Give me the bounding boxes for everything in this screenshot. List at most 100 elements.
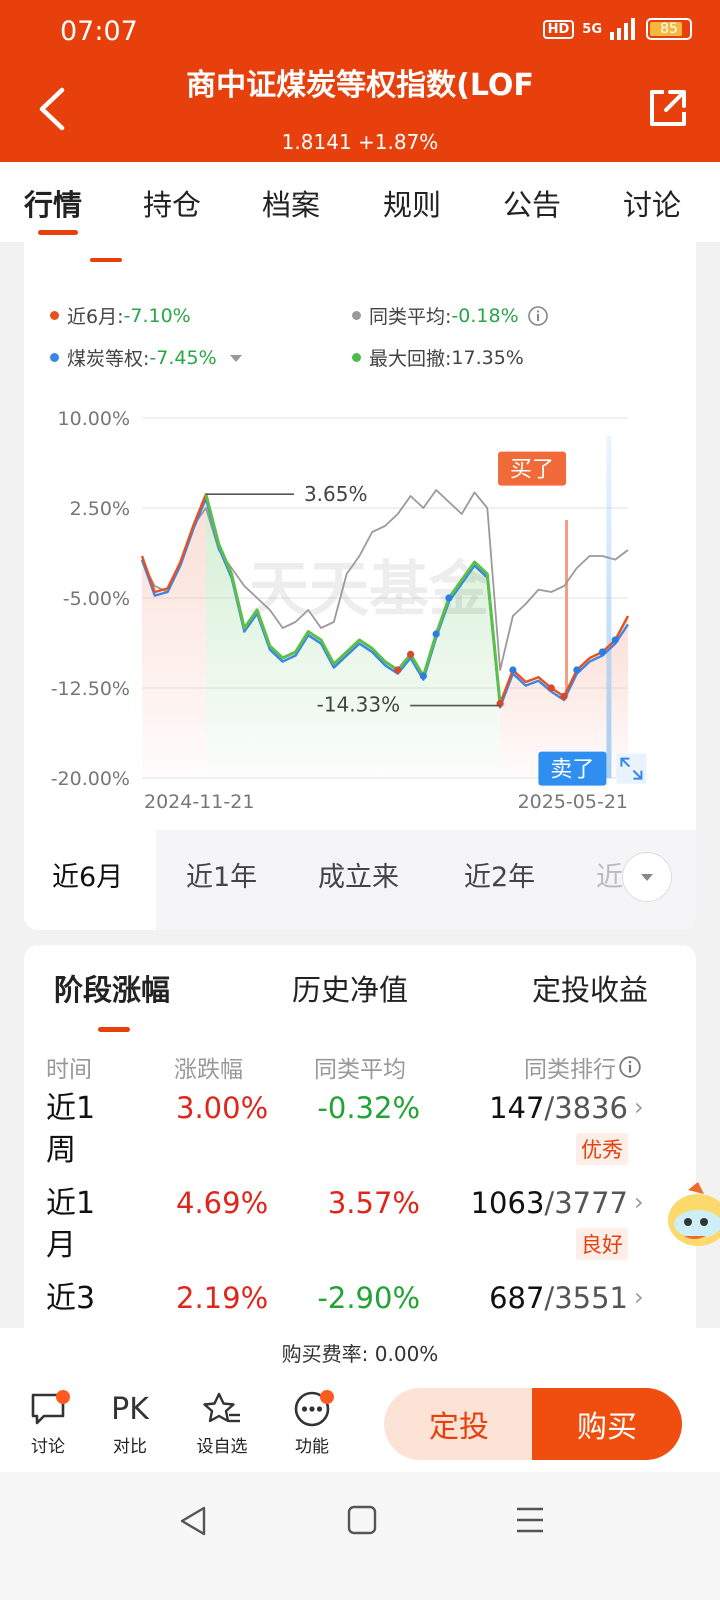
area-max-drawdown [205,494,501,778]
pk-icon: PK [111,1391,149,1427]
mascot-floating-button[interactable] [664,1180,720,1250]
row-rank: 147/3836 [489,1091,628,1125]
tab-history-nav[interactable]: 历史净值 [292,967,408,1009]
notification-dot [320,1390,334,1404]
tab-announcements[interactable]: 公告 [503,182,561,224]
col-rank: 同类排行 [524,1050,642,1084]
trade-point[interactable] [509,666,517,674]
trade-point[interactable] [611,636,619,644]
row-rank: 1063/3777 [470,1186,628,1220]
trade-point[interactable] [547,684,555,692]
chevron-right-icon[interactable]: › [634,1093,644,1121]
main-tabs: 行情 持仓 档案 规则 公告 讨论 [0,162,720,242]
rank-badge: 优秀 [576,1133,628,1165]
low-annotation: -14.33% [317,693,400,717]
nav-price: 1.8141 +1.87% [281,130,439,154]
notification-dot [56,1390,70,1404]
x-tick-label-end: 2025-05-21 [518,791,628,813]
bottom-action-bar: 讨论 PK 对比 设自选 功能 定投 购买 [0,1378,720,1472]
high-annotation: 3.65% [304,482,368,506]
row-rank: 687/3551 [489,1281,628,1315]
performance-chart[interactable]: 天天基金 3.65%-14.33%买了卖了 10.00%2.50%-5.00%-… [24,242,696,822]
y-tick-label: -12.50% [51,678,130,700]
caret-down-icon [641,874,653,881]
tab-holdings[interactable]: 持仓 [143,182,201,224]
trade-point[interactable] [560,692,568,700]
page-title: 商中证煤炭等权指数(LOF [186,68,534,103]
system-nav-bar [0,1472,720,1600]
row-period: 近3 [46,1281,96,1316]
buy-marker-line [565,520,569,697]
mascot-icon [668,1182,720,1246]
x-tick-label-start: 2024-11-21 [144,791,254,813]
network-label: 5G [582,21,602,37]
functions-button[interactable]: 功能 [282,1386,342,1457]
trade-point[interactable] [573,666,581,674]
range-more-partial[interactable]: 近 [596,855,623,894]
row-change: 2.19% [176,1281,269,1315]
range-6m[interactable]: 近6月 [52,855,124,894]
chevron-right-icon[interactable]: › [634,1283,644,1311]
tab-stage-returns[interactable]: 阶段涨幅 [54,967,170,1009]
col-change: 涨跌幅 [174,1057,243,1083]
y-tick-label: -20.00% [51,768,130,790]
returns-tab-underline [98,1027,130,1032]
buy-button[interactable]: 购买 [532,1388,682,1460]
range-selector: 近6月 近1年 成立来 近2年 近 [24,830,696,930]
fee-bar: 购买费率: 0.00% [0,1328,720,1379]
nav-back-icon[interactable] [178,1504,210,1538]
row-period: 近1月 [46,1186,96,1263]
sell-tag-label: 卖了 [550,758,594,783]
chevron-right-icon[interactable]: › [634,1188,644,1216]
trade-point[interactable] [432,630,440,638]
row-peer-avg: -2.90% [317,1281,420,1315]
star-list-icon [203,1392,240,1423]
chart-card: 近6月: -7.10% 同类平均: -0.18% 煤炭等权: -7.45% 最大回撤:… [24,242,696,930]
range-expand-button[interactable] [622,852,672,902]
area-pre-peak [142,494,206,778]
tab-rules[interactable]: 规则 [383,182,441,224]
purchase-fee: 购买费率: 0.00% [281,1342,439,1366]
row-change: 4.69% [176,1186,269,1220]
row-peer-avg: -0.32% [317,1091,420,1125]
row-period: 近1周 [46,1091,96,1168]
sell-marker-line [606,436,612,778]
add-watchlist-button[interactable]: 设自选 [192,1386,252,1457]
tab-market[interactable]: 行情 [24,182,82,224]
trade-point[interactable] [445,594,453,602]
col-peer-avg: 同类平均 [314,1057,406,1083]
nav-home-icon[interactable] [346,1504,378,1536]
expand-icon[interactable] [616,753,647,784]
col-period: 时间 [46,1057,92,1083]
range-2y[interactable]: 近2年 [464,855,535,894]
trade-point[interactable] [394,666,402,674]
info-icon[interactable] [618,1055,642,1079]
trade-point[interactable] [406,650,415,658]
y-tick-label: 10.00% [58,408,130,430]
row-peer-avg: 3.57% [327,1186,420,1220]
tab-sip-returns[interactable]: 定投收益 [532,967,648,1009]
sip-button[interactable]: 定投 [384,1388,534,1460]
status-icons: HD 5G 85 [542,18,692,40]
buy-tag-label: 买了 [510,458,554,483]
trade-point[interactable] [598,648,607,656]
row-change: 3.00% [176,1091,269,1125]
tab-discussion[interactable]: 讨论 [623,182,681,224]
discuss-button[interactable]: 讨论 [18,1386,78,1457]
nav-menu-icon[interactable] [514,1504,546,1536]
status-time: 07:07 [60,16,138,47]
compare-button[interactable]: PK 对比 [100,1386,160,1458]
app-header: 07:07 HD 5G 85 商中证煤炭等权指数(LOF 1.8141 +1.8… [0,0,720,162]
y-tick-label: 2.50% [70,498,130,520]
range-since-inception[interactable]: 成立来 [318,855,399,894]
trade-point[interactable] [419,672,427,680]
rank-badge: 良好 [576,1228,628,1260]
battery-icon: 85 [646,18,692,40]
signal-icon [610,18,635,40]
y-tick-label: -5.00% [63,588,130,610]
tab-profile[interactable]: 档案 [262,182,320,224]
hd-icon: HD [542,19,575,39]
range-1y[interactable]: 近1年 [186,855,257,894]
returns-card: 阶段涨幅 历史净值 定投收益 时间 涨跌幅 同类平均 同类排行 近1周 3.00… [24,945,696,1345]
share-icon[interactable] [646,86,690,130]
